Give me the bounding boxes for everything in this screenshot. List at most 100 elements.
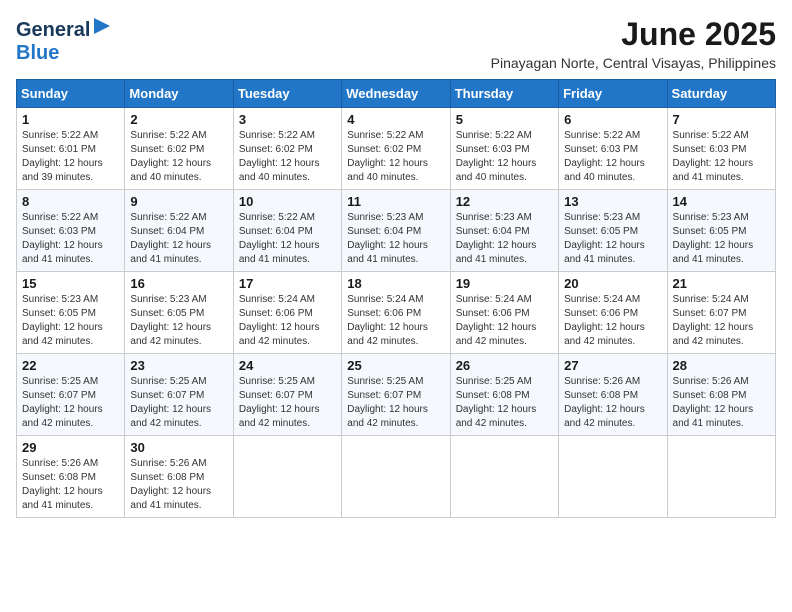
calendar-cell: 5Sunrise: 5:22 AMSunset: 6:03 PMDaylight… xyxy=(450,108,558,190)
day-number: 17 xyxy=(239,276,336,291)
day-number: 24 xyxy=(239,358,336,373)
col-monday: Monday xyxy=(125,80,233,108)
calendar-week-row: 15 Sunrise: 5:23 AMSunset: 6:05 PMDayligh… xyxy=(17,272,776,354)
day-info: Sunrise: 5:26 AMSunset: 6:08 PMDaylight:… xyxy=(22,457,119,513)
day-number: 20 xyxy=(564,276,661,291)
calendar-cell: 28 Sunrise: 5:26 AMSunset: 6:08 PMDayligh… xyxy=(667,354,775,436)
calendar-cell: 29 Sunrise: 5:26 AMSunset: 6:08 PMDayligh… xyxy=(17,436,125,518)
day-info: Sunrise: 5:23 AMSunset: 6:05 PMDaylight:… xyxy=(564,211,661,267)
col-friday: Friday xyxy=(559,80,667,108)
col-thursday: Thursday xyxy=(450,80,558,108)
day-info: Sunrise: 5:24 AMSunset: 6:06 PMDaylight:… xyxy=(456,293,553,349)
logo: General Blue xyxy=(16,16,112,65)
day-number: 26 xyxy=(456,358,553,373)
day-number: 29 xyxy=(22,440,119,455)
calendar-cell: 19 Sunrise: 5:24 AMSunset: 6:06 PMDayligh… xyxy=(450,272,558,354)
logo-general-text: General xyxy=(16,19,90,41)
day-number: 13 xyxy=(564,194,661,209)
day-info: Sunrise: 5:22 AMSunset: 6:02 PMDaylight:… xyxy=(239,129,336,185)
day-number: 11 xyxy=(347,194,444,209)
day-info: Sunrise: 5:26 AMSunset: 6:08 PMDaylight:… xyxy=(673,375,770,431)
calendar-cell xyxy=(559,436,667,518)
day-info: Sunrise: 5:23 AMSunset: 6:05 PMDaylight:… xyxy=(130,293,227,349)
location-subtitle: Pinayagan Norte, Central Visayas, Philip… xyxy=(491,55,776,71)
day-info: Sunrise: 5:22 AMSunset: 6:03 PMDaylight:… xyxy=(673,129,770,185)
day-info: Sunrise: 5:25 AMSunset: 6:07 PMDaylight:… xyxy=(22,375,119,431)
day-info: Sunrise: 5:22 AMSunset: 6:03 PMDaylight:… xyxy=(22,211,119,267)
calendar-cell: 22 Sunrise: 5:25 AMSunset: 6:07 PMDayligh… xyxy=(17,354,125,436)
calendar-cell: 15 Sunrise: 5:23 AMSunset: 6:05 PMDayligh… xyxy=(17,272,125,354)
day-number: 21 xyxy=(673,276,770,291)
calendar-cell xyxy=(667,436,775,518)
calendar-cell: 4Sunrise: 5:22 AMSunset: 6:02 PMDaylight… xyxy=(342,108,450,190)
calendar-cell: 10 Sunrise: 5:22 AMSunset: 6:04 PMDayligh… xyxy=(233,190,341,272)
calendar-cell: 18 Sunrise: 5:24 AMSunset: 6:06 PMDayligh… xyxy=(342,272,450,354)
day-info: Sunrise: 5:22 AMSunset: 6:04 PMDaylight:… xyxy=(239,211,336,267)
day-info: Sunrise: 5:24 AMSunset: 6:06 PMDaylight:… xyxy=(347,293,444,349)
day-number: 12 xyxy=(456,194,553,209)
day-info: Sunrise: 5:26 AMSunset: 6:08 PMDaylight:… xyxy=(130,457,227,513)
day-info: Sunrise: 5:25 AMSunset: 6:07 PMDaylight:… xyxy=(239,375,336,431)
calendar-cell: 13 Sunrise: 5:23 AMSunset: 6:05 PMDayligh… xyxy=(559,190,667,272)
day-number: 10 xyxy=(239,194,336,209)
calendar-cell: 26Sunrise: 5:25 AMSunset: 6:08 PMDayligh… xyxy=(450,354,558,436)
day-number: 22 xyxy=(22,358,119,373)
calendar-cell: 17 Sunrise: 5:24 AMSunset: 6:06 PMDayligh… xyxy=(233,272,341,354)
calendar-cell: 24 Sunrise: 5:25 AMSunset: 6:07 PMDayligh… xyxy=(233,354,341,436)
calendar-cell: 6 Sunrise: 5:22 AMSunset: 6:03 PMDaylight… xyxy=(559,108,667,190)
day-number: 5 xyxy=(456,112,553,127)
col-sunday: Sunday xyxy=(17,80,125,108)
day-info: Sunrise: 5:22 AMSunset: 6:02 PMDaylight:… xyxy=(130,129,227,185)
day-info: Sunrise: 5:23 AMSunset: 6:05 PMDaylight:… xyxy=(673,211,770,267)
calendar-table: Sunday Monday Tuesday Wednesday Thursday… xyxy=(16,79,776,518)
logo-blue-text: Blue xyxy=(16,42,59,65)
calendar-cell: 3 Sunrise: 5:22 AMSunset: 6:02 PMDaylight… xyxy=(233,108,341,190)
calendar-body: 1Sunrise: 5:22 AMSunset: 6:01 PMDaylight… xyxy=(17,108,776,518)
day-info: Sunrise: 5:25 AMSunset: 6:07 PMDaylight:… xyxy=(347,375,444,431)
calendar-cell: 23Sunrise: 5:25 AMSunset: 6:07 PMDayligh… xyxy=(125,354,233,436)
day-info: Sunrise: 5:23 AMSunset: 6:04 PMDaylight:… xyxy=(456,211,553,267)
day-info: Sunrise: 5:26 AMSunset: 6:08 PMDaylight:… xyxy=(564,375,661,431)
day-number: 9 xyxy=(130,194,227,209)
month-title: June 2025 xyxy=(491,16,776,53)
calendar-cell: 25 Sunrise: 5:25 AMSunset: 6:07 PMDayligh… xyxy=(342,354,450,436)
day-number: 30 xyxy=(130,440,227,455)
day-info: Sunrise: 5:23 AMSunset: 6:05 PMDaylight:… xyxy=(22,293,119,349)
day-number: 14 xyxy=(673,194,770,209)
col-tuesday: Tuesday xyxy=(233,80,341,108)
day-info: Sunrise: 5:24 AMSunset: 6:06 PMDaylight:… xyxy=(564,293,661,349)
day-number: 3 xyxy=(239,112,336,127)
calendar-cell: 30 Sunrise: 5:26 AMSunset: 6:08 PMDayligh… xyxy=(125,436,233,518)
calendar-week-row: 1Sunrise: 5:22 AMSunset: 6:01 PMDaylight… xyxy=(17,108,776,190)
day-number: 25 xyxy=(347,358,444,373)
calendar-cell: 8 Sunrise: 5:22 AMSunset: 6:03 PMDaylight… xyxy=(17,190,125,272)
calendar-cell xyxy=(233,436,341,518)
calendar-header-row: Sunday Monday Tuesday Wednesday Thursday… xyxy=(17,80,776,108)
day-number: 8 xyxy=(22,194,119,209)
day-number: 7 xyxy=(673,112,770,127)
logo-flag-icon xyxy=(92,16,112,41)
day-number: 15 xyxy=(22,276,119,291)
calendar-cell: 7 Sunrise: 5:22 AMSunset: 6:03 PMDaylight… xyxy=(667,108,775,190)
day-number: 28 xyxy=(673,358,770,373)
day-number: 18 xyxy=(347,276,444,291)
calendar-cell: 14 Sunrise: 5:23 AMSunset: 6:05 PMDayligh… xyxy=(667,190,775,272)
calendar-week-row: 22 Sunrise: 5:25 AMSunset: 6:07 PMDayligh… xyxy=(17,354,776,436)
calendar-cell: 12 Sunrise: 5:23 AMSunset: 6:04 PMDayligh… xyxy=(450,190,558,272)
header: General Blue June 2025 Pinayagan Norte, … xyxy=(16,16,776,71)
day-info: Sunrise: 5:22 AMSunset: 6:01 PMDaylight:… xyxy=(22,129,119,185)
day-number: 19 xyxy=(456,276,553,291)
calendar-cell xyxy=(342,436,450,518)
day-info: Sunrise: 5:24 AMSunset: 6:06 PMDaylight:… xyxy=(239,293,336,349)
day-number: 6 xyxy=(564,112,661,127)
day-info: Sunrise: 5:22 AMSunset: 6:04 PMDaylight:… xyxy=(130,211,227,267)
calendar-cell: 21 Sunrise: 5:24 AMSunset: 6:07 PMDayligh… xyxy=(667,272,775,354)
day-number: 27 xyxy=(564,358,661,373)
day-number: 16 xyxy=(130,276,227,291)
day-info: Sunrise: 5:24 AMSunset: 6:07 PMDaylight:… xyxy=(673,293,770,349)
title-area: June 2025 Pinayagan Norte, Central Visay… xyxy=(491,16,776,71)
calendar-cell: 16 Sunrise: 5:23 AMSunset: 6:05 PMDayligh… xyxy=(125,272,233,354)
calendar-cell: 1Sunrise: 5:22 AMSunset: 6:01 PMDaylight… xyxy=(17,108,125,190)
day-info: Sunrise: 5:22 AMSunset: 6:03 PMDaylight:… xyxy=(564,129,661,185)
calendar-cell: 20 Sunrise: 5:24 AMSunset: 6:06 PMDayligh… xyxy=(559,272,667,354)
